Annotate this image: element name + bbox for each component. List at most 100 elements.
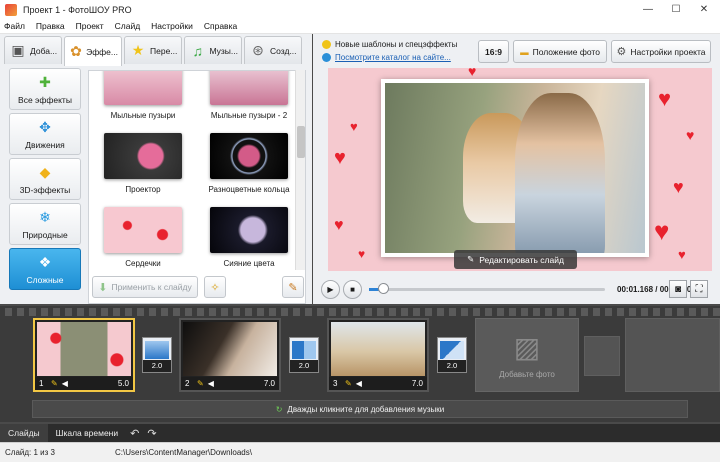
app-logo-icon xyxy=(5,3,17,16)
heart-decoration: ♥ xyxy=(654,216,670,246)
bottom-tabs: Слайды Шкала времени ↶ ↷ xyxy=(0,424,720,442)
gear-icon: ⚙ xyxy=(616,46,627,58)
music-track[interactable]: ↻ Дважды кликните для добавления музыки xyxy=(32,400,688,418)
tab-add[interactable]: ▣ Доба... xyxy=(4,36,62,64)
fullscreen-button[interactable]: ⛶ xyxy=(690,280,708,298)
film-perforation xyxy=(0,308,720,316)
menu-project[interactable]: Проект xyxy=(76,21,104,31)
pencil-icon[interactable]: ✎ xyxy=(345,379,352,388)
transition-thumbnail[interactable]: 2.0 xyxy=(142,337,172,373)
pencil-icon[interactable]: ✎ xyxy=(51,379,58,388)
speaker-icon[interactable]: ◀ xyxy=(208,379,214,388)
tab-effects[interactable]: ✿ Эффе... xyxy=(64,36,122,66)
transition-thumbnail[interactable]: 2.0 xyxy=(289,337,319,373)
menu-edit[interactable]: Правка xyxy=(36,21,65,31)
effects-grid: Мыльные пузыри Мыльные пузыри - 2 Проект… xyxy=(88,70,306,304)
stop-icon: ■ xyxy=(350,285,355,294)
music-note-icon: ♫ xyxy=(192,42,203,59)
menu-settings[interactable]: Настройки xyxy=(151,21,193,31)
heart-decoration: ♥ xyxy=(358,247,366,261)
effect-thumbnail xyxy=(210,133,288,179)
heart-decoration: ♥ xyxy=(468,68,477,79)
heart-decoration: ♥ xyxy=(334,217,344,234)
effect-thumbnail xyxy=(210,71,288,105)
project-settings-button[interactable]: ⚙ Настройки проекта xyxy=(611,40,711,63)
snapshot-button[interactable]: ◙ xyxy=(669,280,687,298)
pencil-icon[interactable]: ✎ xyxy=(197,379,204,388)
undo-icon[interactable]: ↶ xyxy=(130,427,139,440)
brush-icon: ✎ xyxy=(288,281,298,294)
effect-item[interactable]: Проектор xyxy=(99,133,187,194)
close-button[interactable]: ✕ xyxy=(690,0,718,19)
category-motion[interactable]: ✥ Движения xyxy=(9,113,81,155)
tab-timeline[interactable]: Шкала времени xyxy=(48,424,126,442)
aspect-ratio-button[interactable]: 16:9 xyxy=(478,40,509,63)
brush-button[interactable]: ✎ xyxy=(282,276,304,298)
redo-icon[interactable]: ↷ xyxy=(147,427,156,440)
slide-thumbnail[interactable]: 3 ✎ ◀ 7.0 xyxy=(327,318,429,392)
tab-create[interactable]: ⊛ Созд... xyxy=(244,36,302,64)
slide-thumbnail[interactable]: 1 ✎ ◀ 5.0 xyxy=(33,318,135,392)
add-photo-icon: ▣ xyxy=(11,42,25,58)
image-placeholder-icon: ▨ xyxy=(513,332,541,363)
window-title: Проект 1 - ФотоШОУ PRO xyxy=(23,4,132,15)
effect-thumbnail xyxy=(210,207,288,253)
tab-music[interactable]: ♫ Музы... xyxy=(184,36,242,64)
star-badge-icon xyxy=(322,40,331,49)
edit-slide-button[interactable]: ✎ Редактировать слайд xyxy=(454,250,577,269)
effect-item[interactable]: Сердечки xyxy=(99,207,187,268)
tab-slides[interactable]: Слайды xyxy=(0,424,48,442)
groom-figure xyxy=(515,93,605,253)
menu-bar: Файл Правка Проект Слайд Настройки Справ… xyxy=(0,19,720,34)
palette-icon: ✿ xyxy=(70,43,82,59)
move-arrows-icon: ✥ xyxy=(39,119,51,135)
cube-icon: ◆ xyxy=(39,164,51,180)
magic-wand-button[interactable]: ✧ xyxy=(204,276,226,298)
progress-track[interactable] xyxy=(369,288,605,291)
maximize-button[interactable]: ☐ xyxy=(662,0,690,19)
scrollbar-thumb[interactable] xyxy=(297,126,305,158)
magic-wand-icon: ✧ xyxy=(210,281,220,294)
menu-slide[interactable]: Слайд xyxy=(115,21,141,31)
slide-thumbnail[interactable]: 2 ✎ ◀ 7.0 xyxy=(179,318,281,392)
slide-image xyxy=(37,322,131,376)
arrow-down-icon: ⬇ xyxy=(98,281,108,294)
speaker-icon[interactable]: ◀ xyxy=(62,379,68,388)
photo-position-button[interactable]: ▬ Положение фото xyxy=(513,40,607,63)
effect-item[interactable]: Разноцветные кольца xyxy=(205,133,293,194)
news-block: Новые шаблоны и спецэффекты Посмотрите к… xyxy=(322,40,457,62)
effects-scrollbar[interactable] xyxy=(295,70,305,270)
category-complex[interactable]: ❖ Сложные xyxy=(9,248,81,290)
effect-thumbnail xyxy=(104,133,182,179)
stop-button[interactable]: ■ xyxy=(343,280,362,299)
speaker-icon[interactable]: ◀ xyxy=(356,379,362,388)
add-photo-placeholder[interactable]: ▨ Добавьте фото xyxy=(475,318,579,392)
transition-thumbnail[interactable]: 2.0 xyxy=(437,337,467,373)
empty-transition-slot xyxy=(584,336,620,376)
heart-decoration: ♥ xyxy=(686,127,695,143)
slide-image xyxy=(331,322,425,376)
play-icon: ▶ xyxy=(327,285,334,294)
effect-item[interactable]: Мыльные пузыри - 2 xyxy=(205,71,293,120)
tab-transitions[interactable]: ★ Пере... xyxy=(124,36,182,64)
category-nature[interactable]: ❄ Природные xyxy=(9,203,81,245)
category-all[interactable]: ✚ Все эффекты xyxy=(9,68,81,110)
music-add-icon: ↻ xyxy=(275,404,283,414)
effect-thumbnail xyxy=(104,207,182,253)
catalog-link[interactable]: Посмотрите каталог на сайте... xyxy=(322,53,457,62)
slide-image xyxy=(183,322,277,376)
apply-to-slide-button[interactable]: ⬇ Применить к слайду xyxy=(92,276,198,298)
camera-icon: ◙ xyxy=(674,283,682,295)
effect-thumbnail xyxy=(104,71,182,105)
menu-help[interactable]: Справка xyxy=(204,21,237,31)
slide-info-bar: 1 ✎ ◀ 5.0 xyxy=(35,377,133,390)
play-button[interactable]: ▶ xyxy=(321,280,340,299)
globe-icon xyxy=(322,53,331,62)
menu-file[interactable]: Файл xyxy=(4,21,25,31)
pencil-icon: ✎ xyxy=(467,254,475,264)
effect-item[interactable]: Мыльные пузыри xyxy=(99,71,187,120)
minimize-button[interactable]: — xyxy=(634,0,662,19)
effect-item[interactable]: Сияние цвета xyxy=(205,207,293,268)
status-bar: Слайд: 1 из 3 C:\Users\ContentManager\Do… xyxy=(0,442,720,462)
category-3d[interactable]: ◆ 3D-эффекты xyxy=(9,158,81,200)
